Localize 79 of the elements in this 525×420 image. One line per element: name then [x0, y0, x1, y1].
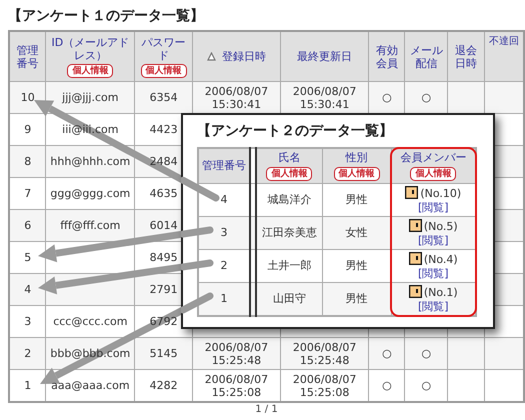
table-cell: 4282: [150, 379, 178, 392]
table-cell: 2: [24, 347, 32, 360]
table-cell: 2006/08/07 15:25:08: [292, 372, 356, 398]
table-cell: 2006/08/07 15:25:08: [204, 372, 268, 398]
table-cell: 3: [220, 226, 228, 239]
table-cell: 江田奈美恵: [262, 226, 317, 239]
table-cell: 7: [24, 187, 32, 200]
table-cell: fff@fff.com: [60, 219, 120, 232]
personal-info-badge: 個人情報: [140, 64, 187, 78]
view-link[interactable]: [閲覧]: [418, 300, 449, 312]
table-cell: 6: [24, 219, 32, 232]
member-card-icon: [408, 218, 422, 232]
member-number: (No.1): [424, 286, 458, 298]
column-header[interactable]: 不達回: [488, 35, 519, 48]
table-cell: 女性: [346, 226, 368, 239]
table-cell: ○: [421, 347, 432, 360]
table-cell: 山田守: [272, 292, 306, 305]
table-cell: ○: [382, 91, 392, 104]
view-link[interactable]: [閲覧]: [418, 266, 449, 280]
table-cell: 男性: [346, 259, 368, 272]
table-cell: hhh@hhh.com: [50, 155, 130, 168]
table-cell: 1: [220, 292, 228, 305]
table-cell: ggg@ggg.com: [50, 187, 130, 200]
page-indicator: 1 / 1: [255, 404, 278, 415]
table-title: 【アンケート２のデータ一覧】: [197, 122, 394, 141]
member-card-icon: [408, 284, 422, 298]
column-header[interactable]: パスワード: [139, 36, 188, 62]
table-cell: jjj@jjj.com: [62, 91, 118, 104]
table-cell: 9: [24, 123, 32, 136]
column-header[interactable]: 性別: [324, 151, 388, 165]
member-card-icon: [408, 252, 422, 264]
column-header[interactable]: 登録日時: [222, 50, 266, 63]
member-card-icon: [405, 186, 418, 198]
table-cell: ○: [382, 347, 392, 360]
table-cell: 男性: [346, 292, 368, 305]
member-number: (No.4): [424, 252, 458, 266]
column-header[interactable]: 会員メンバー: [394, 151, 473, 165]
table-cell: 5: [24, 251, 32, 264]
table-cell: ○: [421, 379, 432, 392]
table-cell: 8495: [150, 251, 178, 264]
table-cell: ccc@ccc.com: [53, 315, 128, 328]
table-cell: 6354: [150, 91, 178, 104]
table-cell: iii@iii.com: [62, 123, 118, 136]
table-cell: 2006/08/07 15:25:48: [292, 340, 356, 366]
table-cell: 城島洋介: [267, 193, 312, 206]
column-header[interactable]: 氏名: [259, 151, 320, 165]
view-link[interactable]: [閲覧]: [418, 234, 449, 246]
personal-info-badge: 個人情報: [67, 64, 114, 78]
table-cell: 3: [24, 315, 32, 328]
table-cell: 2006/08/07 15:25:48: [204, 340, 268, 366]
table-cell: 4423: [150, 123, 178, 136]
table-cell: 10: [20, 91, 35, 104]
column-header[interactable]: ID（メールアドレス）: [50, 36, 130, 62]
personal-info-badge: 個人情報: [266, 167, 312, 181]
table-cell: 2006/08/07 15:30:41: [292, 84, 356, 110]
member-number: (No.5): [424, 220, 458, 232]
table-cell: bbb@bbb.com: [50, 347, 130, 360]
table-cell: 1: [24, 379, 32, 392]
table-cell: 4: [24, 283, 32, 296]
table-cell: 5145: [150, 347, 178, 360]
table-cell: 8: [24, 155, 32, 168]
table-cell: 4635: [150, 187, 178, 200]
table-cell: 2484: [150, 155, 178, 168]
table-cell: 2: [220, 259, 228, 272]
table-cell: 男性: [346, 193, 368, 206]
table-cell: 土井一郎: [267, 259, 312, 272]
personal-info-badge: 個人情報: [334, 167, 380, 181]
table-cell: aaa@aaa.com: [51, 379, 130, 392]
table-cell: ○: [421, 91, 432, 104]
sort-icon[interactable]: [206, 52, 216, 61]
view-link[interactable]: [閲覧]: [418, 200, 449, 214]
table-cell: 2006/08/07 15:30:41: [204, 84, 268, 110]
table-title: 【アンケート１のデータ一覧】: [8, 7, 205, 26]
table-cell: 2791: [150, 283, 178, 296]
table-cell: 6014: [150, 219, 178, 232]
table-cell: ○: [382, 379, 392, 392]
member-number: (No.10): [420, 186, 462, 200]
personal-info-badge: 個人情報: [410, 167, 456, 181]
table-cell: 4: [220, 193, 228, 206]
